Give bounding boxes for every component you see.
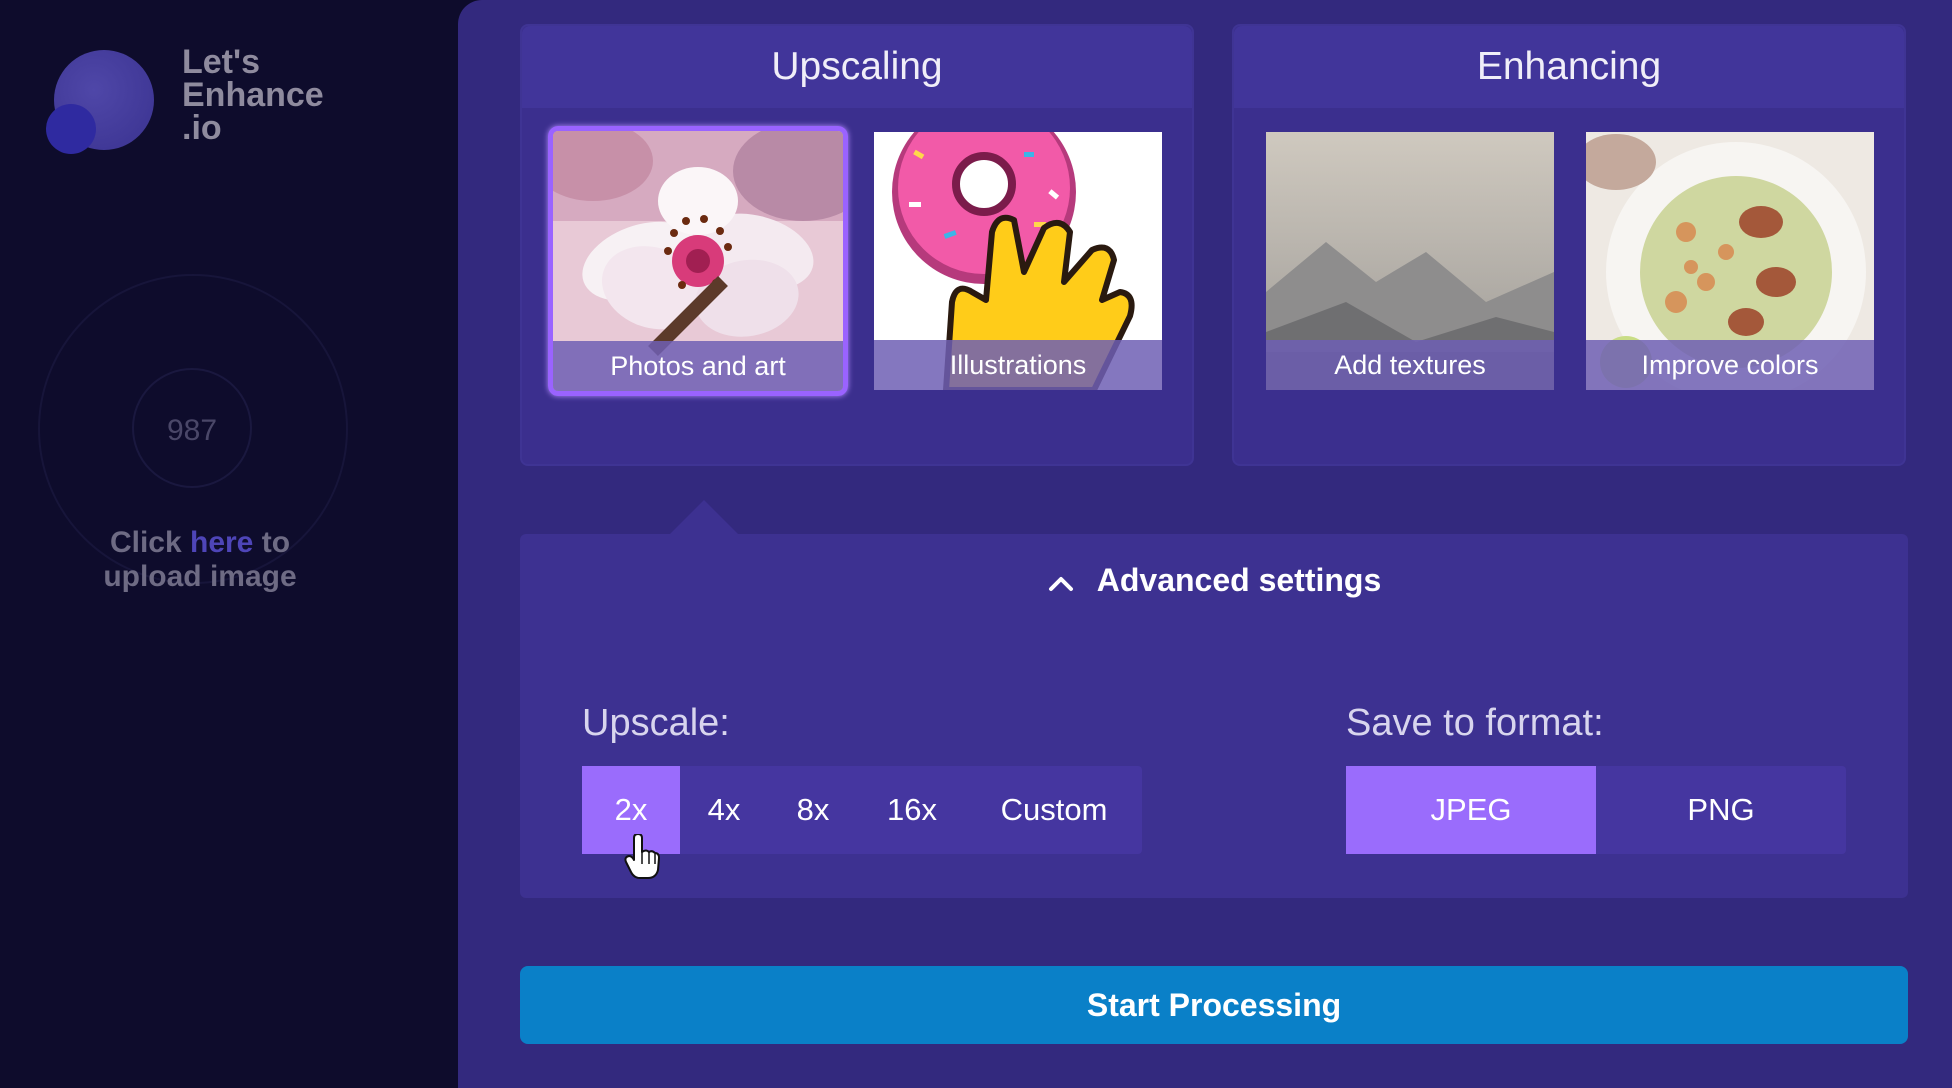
card-label: Photos and art — [553, 341, 843, 391]
counter-value: 987 — [166, 414, 218, 447]
logo-line-2: Enhance — [182, 76, 324, 114]
advanced-settings-toggle[interactable]: Advanced settings — [520, 562, 1908, 599]
card-add-textures[interactable]: Add textures — [1266, 132, 1554, 390]
card-photos-and-art[interactable]: Photos and art — [548, 126, 848, 396]
advanced-settings-panel: Advanced settings Upscale: 2x 4x 8x 16x … — [520, 534, 1908, 898]
logo-line-1: Let's — [182, 43, 260, 81]
logo[interactable]: Let's Enhance .io — [46, 43, 366, 166]
card-label: Illustrations — [874, 340, 1162, 390]
upscale-option-4x[interactable]: 4x — [680, 766, 768, 854]
upload-line-2: upload image — [103, 560, 297, 593]
chevron-up-icon — [1048, 576, 1073, 591]
sidebar: Let's Enhance .io 987 Click here to uplo… — [0, 0, 460, 1088]
format-option-jpeg[interactable]: JPEG — [1346, 766, 1596, 854]
upscale-option-16x[interactable]: 16x — [858, 766, 966, 854]
upscale-option-8x[interactable]: 8x — [768, 766, 858, 854]
upscale-label: Upscale: — [582, 702, 730, 744]
start-processing-button[interactable]: Start Processing — [520, 966, 1908, 1044]
upload-prefix: Click — [109, 526, 190, 559]
logo-line-3: .io — [182, 109, 222, 147]
logo-dot-icon — [46, 104, 96, 154]
enhancing-title: Enhancing — [1234, 26, 1904, 108]
image-counter: 987 — [132, 368, 252, 488]
card-improve-colors[interactable]: Improve colors — [1586, 132, 1874, 390]
card-label: Improve colors — [1586, 340, 1874, 390]
format-selector: JPEG PNG — [1346, 766, 1846, 854]
logo-text: Let's Enhance .io — [182, 43, 324, 147]
card-label: Add textures — [1266, 340, 1554, 390]
advanced-tab-pointer — [670, 500, 738, 534]
upscale-selector: 2x 4x 8x 16x Custom — [582, 766, 1142, 854]
hand-pointer-icon — [624, 834, 660, 879]
format-label: Save to format: — [1346, 702, 1604, 744]
format-option-png[interactable]: PNG — [1596, 766, 1846, 854]
upscaling-title: Upscaling — [522, 26, 1192, 108]
upload-suffix: to — [253, 526, 291, 559]
upscale-option-custom[interactable]: Custom — [966, 766, 1142, 854]
upload-link[interactable]: here — [190, 526, 253, 559]
advanced-settings-title: Advanced settings — [1096, 562, 1382, 598]
card-illustrations[interactable]: Illustrations — [874, 132, 1162, 390]
upload-prompt: Click here to upload image — [40, 526, 360, 594]
